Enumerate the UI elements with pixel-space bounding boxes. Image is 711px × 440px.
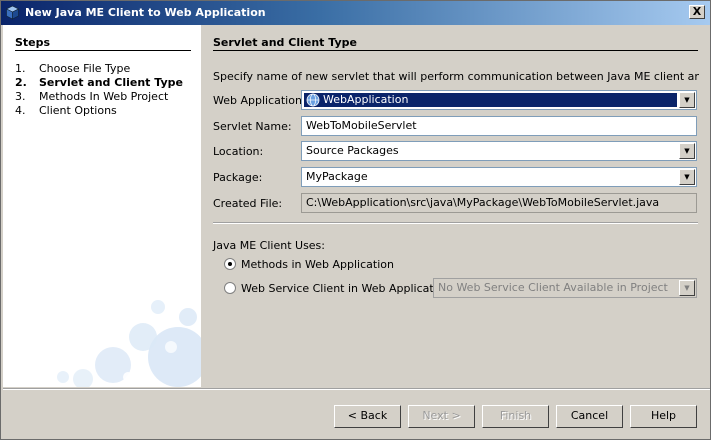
chevron-down-icon: ▼ (679, 280, 695, 296)
location-select[interactable]: Source Packages ▼ (301, 141, 697, 161)
web-application-label: Web Application: (213, 94, 306, 107)
service-radio[interactable] (224, 282, 236, 294)
methods-radio[interactable] (224, 258, 236, 270)
help-button[interactable]: Help (630, 405, 697, 428)
chevron-down-icon[interactable]: ▼ (679, 169, 695, 185)
cancel-button[interactable]: Cancel (556, 405, 623, 428)
methods-radio-option[interactable]: Methods in Web Application (224, 258, 394, 271)
methods-radio-label: Methods in Web Application (241, 258, 394, 271)
panel-heading: Servlet and Client Type (213, 36, 357, 49)
created-file-field: C:\WebApplication\src\java\MyPackage\Web… (301, 193, 697, 213)
steps-title: Steps (15, 36, 51, 49)
java-cube-icon (5, 5, 20, 20)
chevron-down-icon[interactable]: ▼ (679, 92, 695, 108)
window-title: New Java ME Client to Web Application (25, 6, 266, 19)
title-bar[interactable]: New Java ME Client to Web Application X (1, 1, 710, 25)
finish-button[interactable]: Finish (482, 405, 549, 428)
globe-icon (306, 93, 320, 107)
steps-list: 1. Choose File Type 2. Servlet and Client … (15, 62, 183, 118)
servlet-name-label: Servlet Name: (213, 120, 292, 133)
servlet-name-input[interactable]: WebToMobileServlet (301, 116, 697, 136)
location-value: Source Packages (306, 144, 399, 157)
steps-panel: Steps 1. Choose File Type 2. Servlet and C… (3, 25, 201, 387)
steps-divider (15, 50, 191, 51)
web-service-client-select: No Web Service Client Available in Proje… (433, 278, 697, 298)
step-item-current: 2. Servlet and Client Type (15, 76, 183, 89)
created-file-label: Created File: (213, 197, 283, 210)
step-item: 1. Choose File Type (15, 62, 131, 75)
back-button[interactable]: < Back (334, 405, 401, 428)
close-button[interactable]: X (689, 5, 705, 19)
package-select[interactable]: MyPackage ▼ (301, 167, 697, 187)
step-item: 3. Methods In Web Project (15, 90, 169, 103)
section-divider (213, 222, 698, 224)
dialog-window: New Java ME Client to Web Application X … (0, 0, 711, 440)
package-label: Package: (213, 171, 263, 184)
web-application-value: WebApplication (323, 93, 409, 106)
client-uses-label: Java ME Client Uses: (213, 239, 325, 252)
location-label: Location: (213, 145, 264, 158)
next-button[interactable]: Next > (408, 405, 475, 428)
web-service-client-value: No Web Service Client Available in Proje… (438, 281, 668, 294)
service-radio-option[interactable]: Web Service Client in Web Application: (224, 282, 454, 295)
package-value: MyPackage (306, 170, 368, 183)
web-application-select[interactable]: WebApplication ▼ (301, 90, 697, 110)
step-item: 4. Client Options (15, 104, 117, 117)
content-panel: Servlet and Client Type Specify name of … (201, 25, 710, 387)
decorative-bubbles-image (57, 300, 201, 387)
button-bar-divider (3, 388, 710, 390)
panel-description: Specify name of new servlet that will pe… (213, 70, 699, 83)
chevron-down-icon[interactable]: ▼ (679, 143, 695, 159)
panel-divider (213, 50, 698, 51)
service-radio-label: Web Service Client in Web Application: (241, 282, 455, 295)
